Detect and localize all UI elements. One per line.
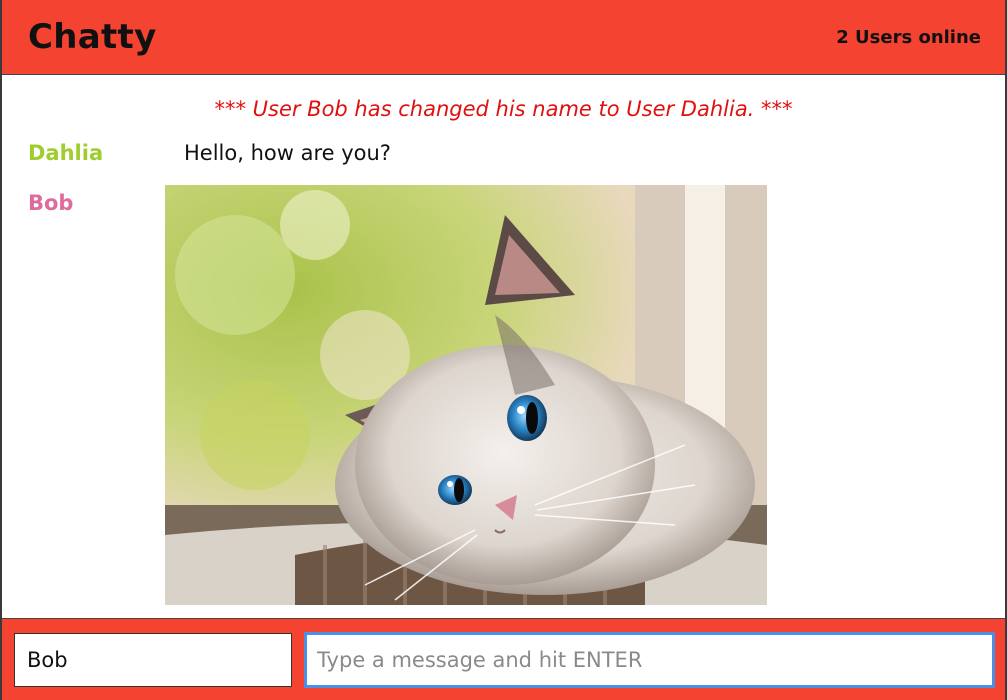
message-username: Dahlia <box>28 141 104 165</box>
users-online-count: 2 Users online <box>836 26 981 48</box>
message-username: Bob <box>28 191 74 215</box>
chat-composer <box>2 618 1005 700</box>
username-input[interactable] <box>14 633 292 687</box>
navbar: Chatty 2 Users online <box>2 0 1005 75</box>
chatty-app: Chatty 2 Users online *** User Bob has c… <box>0 0 1007 700</box>
system-notification: *** User Bob has changed his name to Use… <box>214 97 793 121</box>
message-content: Hello, how are you? <box>184 141 391 165</box>
message-input[interactable] <box>304 632 995 688</box>
message-list[interactable]: *** User Bob has changed his name to Use… <box>2 75 1005 618</box>
brand-logo[interactable]: Chatty <box>28 17 157 57</box>
message-image <box>165 185 767 605</box>
